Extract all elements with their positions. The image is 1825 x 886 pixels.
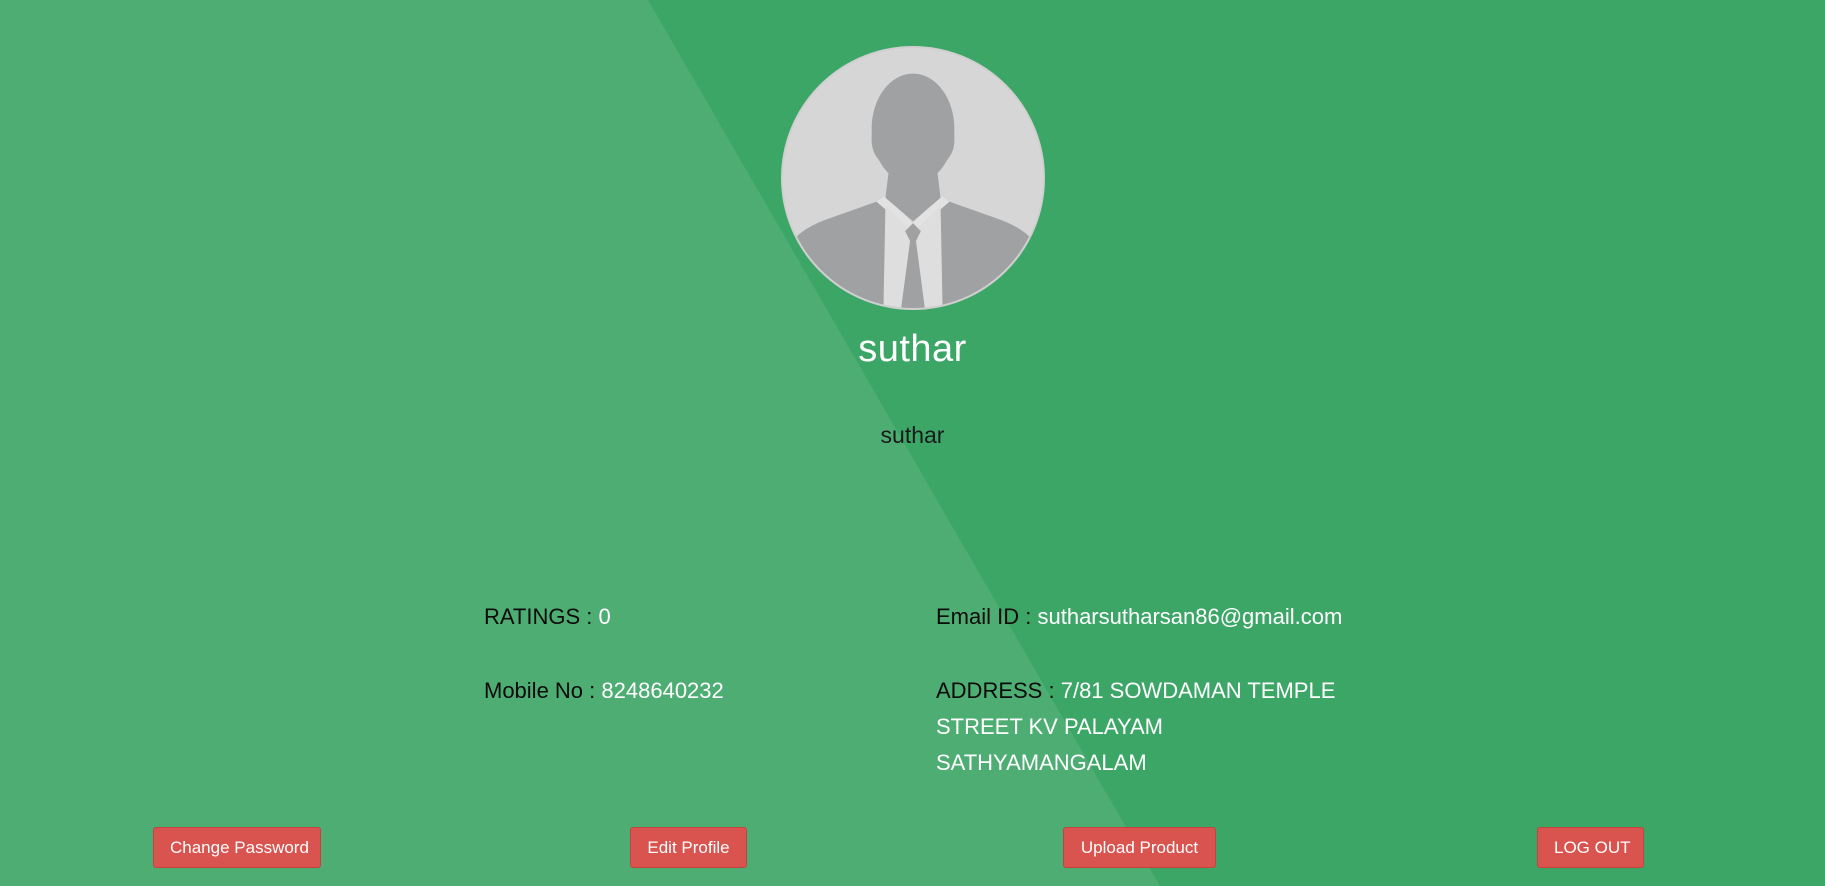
upload-product-button[interactable]: Upload Product xyxy=(1063,827,1216,868)
ratings-info: RATINGS : 0 xyxy=(484,599,611,635)
mobile-info: Mobile No : 8248640232 xyxy=(484,673,724,709)
mobile-value: 8248640232 xyxy=(601,678,724,703)
email-label: Email ID : xyxy=(936,604,1032,629)
address-info: ADDRESS : 7/81 SOWDAMAN TEMPLE STREET KV… xyxy=(936,673,1356,781)
user-silhouette-icon xyxy=(783,48,1043,308)
email-info: Email ID : sutharsutharsan86@gmail.com xyxy=(936,599,1342,635)
ratings-label: RATINGS : xyxy=(484,604,593,629)
logout-button[interactable]: LOG OUT xyxy=(1537,827,1644,868)
profile-subtitle: suthar xyxy=(880,422,945,448)
profile-name: suthar xyxy=(858,328,967,370)
address-label: ADDRESS : xyxy=(936,678,1055,703)
email-value: sutharsutharsan86@gmail.com xyxy=(1037,604,1343,629)
mobile-label: Mobile No : xyxy=(484,678,596,703)
change-password-button[interactable]: Change Password xyxy=(153,827,321,868)
edit-profile-button[interactable]: Edit Profile xyxy=(630,827,747,868)
profile-avatar xyxy=(781,46,1045,310)
ratings-value: 0 xyxy=(598,604,611,629)
